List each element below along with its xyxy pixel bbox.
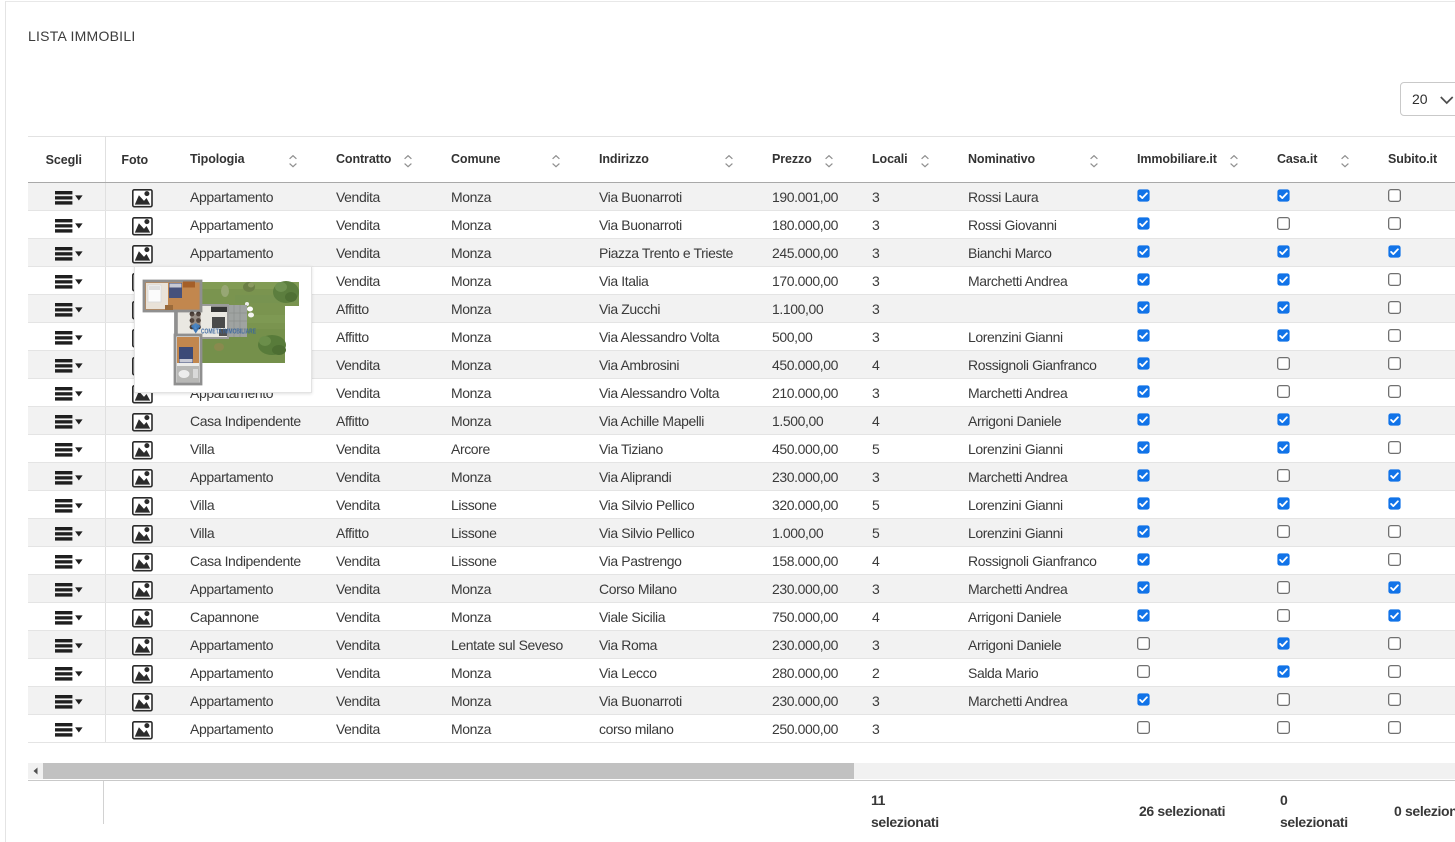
svg-text:COMETA IMMOBILIARE: COMETA IMMOBILIARE xyxy=(201,329,256,336)
